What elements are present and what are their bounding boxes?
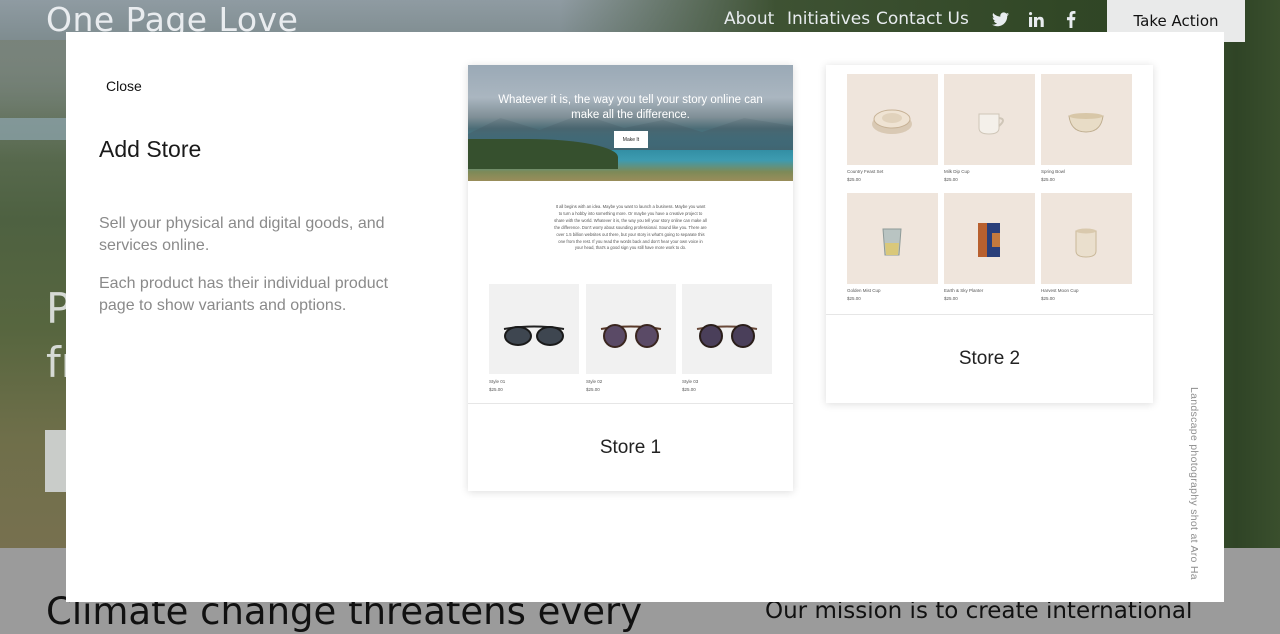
product-image: [586, 284, 676, 374]
product-image: [847, 193, 938, 284]
store-2-product: Harvest Moon Cup $25.00: [1041, 193, 1132, 301]
product-price: $25.00: [847, 177, 861, 182]
product-image: [944, 74, 1035, 165]
store-1-headline: Whatever it is, the way you tell your st…: [498, 94, 763, 121]
product-name: Golden Mist Cup: [847, 288, 881, 293]
store-2-product: Milk Dip Cup $25.00: [944, 74, 1035, 182]
card-divider: [468, 403, 793, 404]
product-price: $25.00: [1041, 177, 1055, 182]
nav-initiatives[interactable]: Initiatives: [787, 9, 870, 29]
store-1-hero-image: Whatever it is, the way you tell your st…: [468, 65, 793, 181]
product-image: [944, 193, 1035, 284]
add-store-modal: Close Add Store Sell your physical and d…: [66, 32, 1224, 602]
sunglasses-icon: [503, 325, 565, 346]
cup-icon: [1075, 228, 1097, 258]
close-button[interactable]: Close: [106, 78, 142, 94]
modal-description-2: Each product has their individual produc…: [99, 275, 389, 314]
product-price: $25.00: [847, 296, 861, 301]
cup-icon: [978, 113, 1004, 135]
product-image: [847, 74, 938, 165]
plate-set-icon: [872, 109, 912, 134]
product-price: $25.00: [489, 387, 503, 392]
product-name: Milk Dip Cup: [944, 169, 970, 174]
store-1-card[interactable]: Whatever it is, the way you tell your st…: [468, 65, 793, 491]
store-2-product: Country Feast Set $25.00: [847, 74, 938, 182]
product-image: [489, 284, 579, 374]
product-name: Style 03: [682, 379, 699, 384]
store-2-product: Golden Mist Cup $25.00: [847, 193, 938, 301]
linkedin-icon[interactable]: [1026, 9, 1046, 29]
product-price: $25.00: [1041, 296, 1055, 301]
product-price: $25.00: [682, 387, 696, 392]
product-name: Spring Bowl: [1041, 169, 1066, 174]
product-image: [1041, 193, 1132, 284]
nav-contact-us[interactable]: Contact Us: [876, 9, 969, 29]
store-1-product: Style 02 $25.00: [586, 284, 676, 392]
store-1-label: Store 1: [599, 437, 662, 458]
nav-about[interactable]: About: [724, 9, 774, 29]
product-image: [682, 284, 772, 374]
product-price: $25.00: [586, 387, 600, 392]
planter-icon: [978, 223, 1000, 257]
store-2-product: Spring Bowl $25.00: [1041, 74, 1132, 182]
store-1-product: Style 03 $25.00: [682, 284, 772, 392]
product-name: Country Feast Set: [847, 169, 884, 174]
product-name: Harvest Moon Cup: [1041, 288, 1079, 293]
product-name: Earth & Sky Planter: [944, 288, 984, 293]
sunglasses-icon: [696, 324, 758, 348]
product-price: $25.00: [944, 177, 958, 182]
store-1-make-it-button: Make It: [614, 131, 648, 148]
twitter-icon[interactable]: [990, 9, 1010, 29]
cup-icon: [882, 228, 902, 256]
product-image: [1041, 74, 1132, 165]
product-price: $25.00: [944, 296, 958, 301]
store-2-label: Store 2: [958, 348, 1021, 369]
bowl-icon: [1068, 113, 1104, 133]
modal-title: Add Store: [99, 136, 202, 162]
lake-strip: [0, 118, 70, 140]
store-1-product: Style 01 $25.00: [489, 284, 579, 392]
photo-credit: Landscape photography shot at Aro Ha: [1188, 387, 1200, 580]
modal-description-1: Sell your physical and digital goods, an…: [99, 215, 385, 254]
product-name: Style 02: [586, 379, 603, 384]
sunglasses-icon: [600, 324, 662, 348]
card-divider: [826, 314, 1153, 315]
product-name: Style 01: [489, 379, 506, 384]
store-2-product: Earth & Sky Planter $25.00: [944, 193, 1035, 301]
store-1-paragraph: It all begins with an idea. Maybe you wa…: [554, 204, 707, 251]
facebook-icon[interactable]: [1061, 9, 1081, 29]
store-2-card[interactable]: Country Feast Set $25.00 Milk Dip Cup $2…: [826, 65, 1153, 403]
